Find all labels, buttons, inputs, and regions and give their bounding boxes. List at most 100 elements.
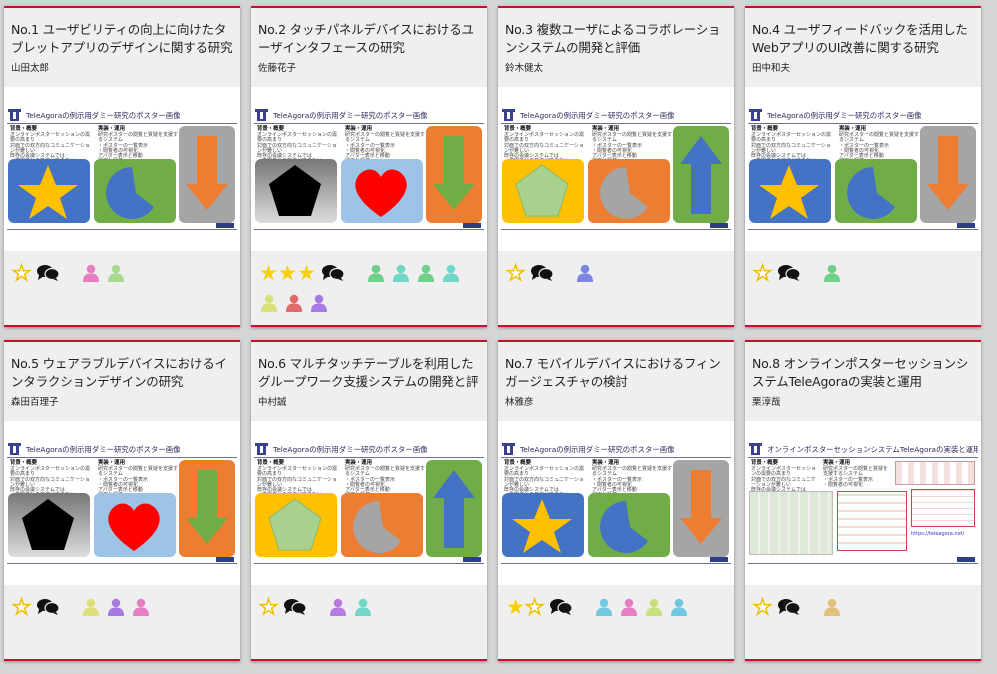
participant-avatar-icon [619, 597, 638, 617]
chat-bubble-icon[interactable] [548, 597, 574, 617]
poster-footer-logo [710, 223, 728, 228]
poster-card[interactable]: No.8 オンラインポスターセッションシステムTeleAgoraの実装と運用 栗淳… [745, 340, 981, 661]
poster-thumbnail[interactable]: TeleAgoraの例示用ダミー研究のポスター画像 背景・概要 オンラインポスターセ… [4, 105, 240, 235]
poster-card[interactable]: No.4 ユーザフィードバックを活用したWebアプリのUI改善に関する研究 田中和… [745, 6, 981, 327]
university-logo-icon [255, 443, 268, 455]
poster-title[interactable]: No.7 モバイルデバイスにおけるフィンガージェスチャの検討 [505, 355, 728, 391]
poster-thumbnail[interactable]: オンラインポスターセッションシステムTeleAgoraの実装と運用 背景・概要 オン… [745, 439, 981, 569]
poster-author: 佐藤花子 [258, 63, 297, 74]
chat-bubble-icon[interactable] [35, 597, 61, 617]
poster-thumbnail-area[interactable]: TeleAgoraの例示用ダミー研究のポスター画像 背景・概要 オンラインポスターセ… [4, 87, 240, 251]
poster-tile-b [835, 159, 917, 223]
card-footer: ★ [745, 585, 981, 659]
star-outline-icon[interactable]: ★ [752, 262, 772, 285]
card-header: No.5 ウェアラブルデバイスにおけるインタラクションデザインの研究 森田百理子 [4, 342, 240, 421]
participant-avatar-icon [575, 263, 594, 283]
poster-author: 中村誠 [258, 397, 287, 408]
star-rating[interactable]: ★ ★ ★ [259, 263, 316, 284]
poster-header-text: TeleAgoraの例示用ダミー研究のポスター画像 [26, 110, 181, 120]
poster-card[interactable]: No.5 ウェアラブルデバイスにおけるインタラクションデザインの研究 森田百理子 T… [4, 340, 240, 661]
chat-bubble-icon[interactable] [776, 263, 802, 283]
poster-arrow-tile [179, 460, 235, 557]
poster-thumbnail-area[interactable]: オンラインポスターセッションシステムTeleAgoraの実装と運用 背景・概要 オン… [745, 421, 981, 585]
poster-thumbnail-area[interactable]: TeleAgoraの例示用ダミー研究のポスター画像背景・概要 オンラインポスターセ… [498, 421, 734, 585]
star-outline-icon[interactable]: ★ [524, 596, 544, 619]
poster-thumbnail-area[interactable]: TeleAgoraの例示用ダミー研究のポスター画像 背景・概要 オンラインポスターセ… [498, 87, 734, 251]
poster-title[interactable]: No.1 ユーザビリティの向上に向けたタブレットアプリのデザインに関する研究 [11, 21, 234, 57]
poster-tile-b [94, 493, 176, 557]
poster-title[interactable]: No.8 オンラインポスターセッションシステムTeleAgoraの実装と運用 [752, 355, 975, 391]
poster-card[interactable]: No.7 モバイルデバイスにおけるフィンガージェスチャの検討 林雅彦 TeleAgo… [498, 340, 734, 661]
poster-author: 鈴木健太 [505, 63, 544, 74]
poster-header: TeleAgoraの例示用ダミー研究のポスター画像 [501, 441, 731, 458]
star-outline-icon[interactable]: ★ [11, 262, 31, 285]
poster-footer-logo [957, 557, 975, 562]
participant-avatar-icon [391, 263, 410, 283]
poster-thumbnail[interactable]: TeleAgoraの例示用ダミー研究のポスター画像 背景・概要 オンラインポスターセ… [251, 439, 487, 569]
card-footer: ★ ★ ★ [251, 251, 487, 325]
poster-tile-b [588, 159, 670, 223]
participant-avatar-icon [309, 293, 328, 313]
poster-title[interactable]: No.3 複数ユーザによるコラボレーションシステムの開発と評価 [505, 21, 728, 57]
participant-avatar-icon [284, 293, 303, 313]
star-rating[interactable]: ★ [11, 262, 31, 285]
star-rating[interactable]: ★ ★ [506, 596, 545, 619]
poster-thumbnail[interactable]: TeleAgoraの例示用ダミー研究のポスター画像背景・概要 オンラインポスターセ… [498, 439, 734, 569]
poster-header-text: TeleAgoraの例示用ダミー研究のポスター画像 [520, 110, 675, 120]
star-outline-icon[interactable]: ★ [505, 262, 525, 285]
poster-thumbnail[interactable]: TeleAgoraの例示用ダミー研究のポスター画像 背景・概要 オンラインポスターセ… [4, 439, 240, 569]
poster-arrow-tile [426, 126, 482, 223]
poster-thumbnail[interactable]: TeleAgoraの例示用ダミー研究のポスター画像 背景・概要 オンラインポスターセ… [745, 105, 981, 235]
poster-card[interactable]: No.1 ユーザビリティの向上に向けたタブレットアプリのデザインに関する研究 山田… [4, 6, 240, 327]
chat-bubble-icon[interactable] [776, 597, 802, 617]
poster-thumbnail[interactable]: TeleAgoraの例示用ダミー研究のポスター画像 背景・概要 オンラインポスターセ… [498, 105, 734, 235]
star-rating[interactable]: ★ [752, 262, 772, 285]
poster-header-text: TeleAgoraの例示用ダミー研究のポスター画像 [273, 110, 428, 120]
poster-thumbnail-area[interactable]: TeleAgoraの例示用ダミー研究のポスター画像背景・概要 オンラインポスターセ… [251, 87, 487, 251]
poster-footer-logo [463, 223, 481, 228]
chat-bubble-icon[interactable] [320, 263, 346, 283]
poster-title[interactable]: No.2 タッチパネルデバイスにおけるユーザインタフェースの研究 [258, 21, 481, 57]
poster-thumbnail[interactable]: TeleAgoraの例示用ダミー研究のポスター画像背景・概要 オンラインポスターセ… [251, 105, 487, 235]
poster-header: TeleAgoraの例示用ダミー研究のポスター画像 [748, 107, 978, 124]
star-filled-icon[interactable]: ★ [297, 263, 316, 284]
poster-thumbnail-area[interactable]: TeleAgoraの例示用ダミー研究のポスター画像 背景・概要 オンラインポスターセ… [745, 87, 981, 251]
university-logo-icon [502, 109, 515, 121]
poster-header: TeleAgoraの例示用ダミー研究のポスター画像 [7, 441, 237, 458]
participant-avatar-icon [594, 597, 613, 617]
poster-card[interactable]: No.3 複数ユーザによるコラボレーションシステムの開発と評価鈴木健太 TeleA… [498, 6, 734, 327]
poster-thumbnail-area[interactable]: TeleAgoraの例示用ダミー研究のポスター画像 背景・概要 オンラインポスターセ… [251, 421, 487, 585]
chat-bubble-icon[interactable] [35, 263, 61, 283]
star-rating[interactable]: ★ [11, 596, 31, 619]
star-rating[interactable]: ★ [258, 596, 278, 619]
star-filled-icon[interactable]: ★ [506, 597, 525, 618]
star-filled-icon[interactable]: ★ [259, 263, 278, 284]
poster-screenshot-1 [749, 491, 833, 555]
card-header: No.1 ユーザビリティの向上に向けたタブレットアプリのデザインに関する研究 山田… [4, 8, 240, 87]
participant-avatar-icon [131, 597, 150, 617]
poster-text: 背景・概要 オンラインポスターセッションの需要の高まり 対面での双方向なコミュニケー… [257, 126, 426, 169]
star-rating[interactable]: ★ [752, 596, 772, 619]
poster-thumbnail-area[interactable]: TeleAgoraの例示用ダミー研究のポスター画像 背景・概要 オンラインポスターセ… [4, 421, 240, 585]
participant-avatar-icon [106, 597, 125, 617]
star-rating[interactable]: ★ [505, 262, 525, 285]
poster-card[interactable]: No.6 マルチタッチテーブルを利用したグループワーク支援システムの開発と評価中… [251, 340, 487, 661]
star-outline-icon[interactable]: ★ [11, 596, 31, 619]
participant-avatar-icon [822, 263, 841, 283]
poster-tile-a [749, 159, 831, 223]
chat-bubble-icon[interactable] [529, 263, 555, 283]
poster-arrow-tile [673, 126, 729, 223]
star-outline-icon[interactable]: ★ [258, 596, 278, 619]
poster-footer-logo [957, 223, 975, 228]
poster-tile-a [8, 159, 90, 223]
poster-card[interactable]: No.2 タッチパネルデバイスにおけるユーザインタフェースの研究佐藤花子 Tele… [251, 6, 487, 327]
poster-title[interactable]: No.6 マルチタッチテーブルを利用したグループワーク支援システムの開発と評価 [258, 355, 481, 391]
poster-header-text: TeleAgoraの例示用ダミー研究のポスター画像 [273, 444, 428, 454]
poster-text: 背景・概要 オンラインポスターセッションの需要の高まり 対面での双方向なコミュニケー… [504, 460, 673, 503]
star-outline-icon[interactable]: ★ [752, 596, 772, 619]
star-filled-icon[interactable]: ★ [278, 263, 297, 284]
poster-title[interactable]: No.4 ユーザフィードバックを活用したWebアプリのUI改善に関する研究 [752, 21, 975, 57]
chat-bubble-icon[interactable] [282, 597, 308, 617]
poster-title[interactable]: No.5 ウェアラブルデバイスにおけるインタラクションデザインの研究 [11, 355, 234, 391]
card-footer: ★ [745, 251, 981, 325]
